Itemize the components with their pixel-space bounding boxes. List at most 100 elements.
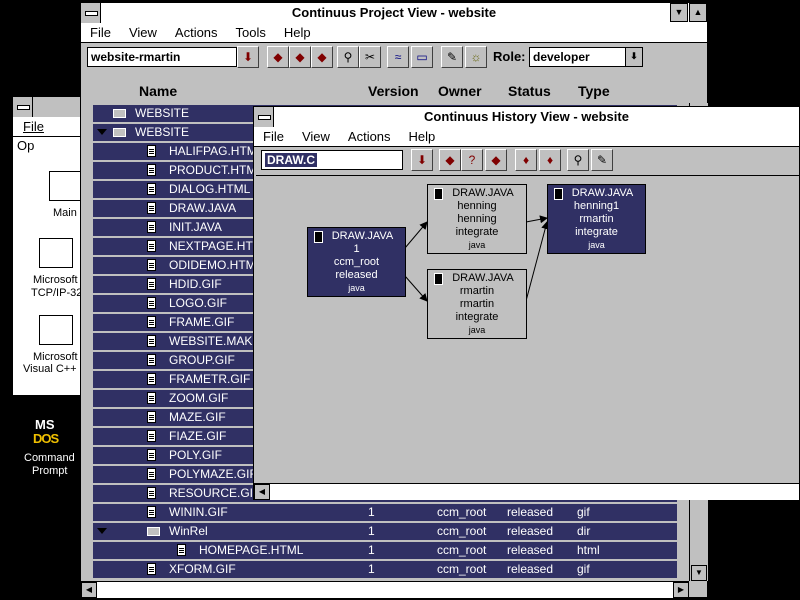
row-name: WININ.GIF [169,505,228,519]
program-group-icon[interactable] [49,171,83,201]
program-group-icon[interactable] [39,315,73,345]
menu-actions[interactable]: Actions [339,127,400,146]
version-node[interactable]: DRAW.JAVA henning1 rmartin integrate jav… [547,184,646,254]
row-name: FRAMETR.GIF [169,372,251,386]
system-menu-icon[interactable] [13,97,33,117]
row-name: POLYMAZE.GIF [169,467,257,481]
row-name: INIT.JAVA [169,220,222,234]
project-view-title: Continuus Project View - website [291,5,497,20]
expand-toggle-icon[interactable] [97,528,107,534]
icon-label-vc-1: Microsoft [33,351,78,363]
row-version: 1 [368,505,375,519]
row-name: GROUP.GIF [169,353,235,367]
toolbar-button-5[interactable]: ♦ [539,149,561,171]
table-row[interactable]: XFORM.GIF 1 ccm_root released gif [93,561,677,578]
row-name: XFORM.GIF [169,562,236,576]
col-header-owner[interactable]: Owner [438,83,482,99]
file-icon [147,354,156,366]
menu-actions[interactable]: Actions [166,23,227,42]
dropdown-button[interactable]: ⬇ [237,46,259,68]
project-view-titlebar[interactable]: Continuus Project View - website ▼ ▲ [81,3,707,24]
row-owner: ccm_root [437,562,487,576]
menu-file[interactable]: File [13,117,53,136]
toolbar-button-1[interactable]: ◆ [267,46,289,68]
node-line: java [468,325,486,335]
row-status: released [507,524,554,538]
toolbar-button-4[interactable]: ♦ [515,149,537,171]
msdos-logo-dos: DOS [33,431,59,446]
file-icon [147,278,156,290]
file-icon [147,392,156,404]
node-line: henning [457,200,497,212]
col-header-status[interactable]: Status [508,83,551,99]
toolbar-button-6[interactable]: ≈ [387,46,409,68]
horizontal-scrollbar[interactable]: ◀ ▶ [81,581,689,598]
toolbar-button-2[interactable]: ? [461,149,483,171]
row-type: dir [577,524,591,538]
object-combo[interactable]: DRAW.C [261,150,403,170]
node-line: 1 [353,243,360,255]
tools-icon[interactable]: ✂ [359,46,381,68]
icon-label-vc-2: Visual C++ 2 [23,363,86,375]
chevron-down-icon[interactable]: ⬇ [625,47,643,67]
history-view-titlebar[interactable]: Continuus History View - website [254,107,799,128]
menu-tools[interactable]: Tools [227,23,275,42]
search-icon[interactable]: ⚲ [567,149,589,171]
row-name: DIALOG.HTML [169,182,251,196]
menu-options[interactable]: Op [13,136,43,155]
expand-toggle-icon[interactable] [97,129,107,135]
menu-file[interactable]: File [81,23,120,42]
toolbar-button-3[interactable]: ◆ [311,46,333,68]
toolbar-button-2[interactable]: ◆ [289,46,311,68]
maximize-button[interactable]: ▲ [689,3,707,22]
file-icon [147,183,156,195]
row-name: RESOURCE.GIF [169,486,261,500]
history-horizontal-scrollbar[interactable]: ◀ [254,483,799,500]
col-header-name[interactable]: Name [139,83,177,99]
version-node[interactable]: DRAW.JAVA rmartin rmartin integrate java [427,269,527,339]
row-owner: ccm_root [437,524,487,538]
toolbar-button-1[interactable]: ◆ [439,149,461,171]
row-version: 1 [368,562,375,576]
menu-help[interactable]: Help [400,127,445,146]
scroll-left-button[interactable]: ◀ [254,484,270,500]
menu-view[interactable]: View [120,23,166,42]
monitor-icon[interactable]: ▭ [411,46,433,68]
toolbar-button-8[interactable]: ✎ [441,46,463,68]
row-name: MAZE.GIF [169,410,226,424]
search-icon[interactable]: ⚲ [337,46,359,68]
col-header-type[interactable]: Type [578,83,610,99]
menu-help[interactable]: Help [275,23,320,42]
program-group-icon[interactable] [39,238,73,268]
table-row[interactable]: HOMEPAGE.HTML 1 ccm_root released html [93,542,677,559]
node-line: integrate [455,226,499,238]
scroll-left-button[interactable]: ◀ [81,582,97,598]
toolbar-button-3[interactable]: ◆ [485,149,507,171]
toolbar-button-7[interactable]: ✎ [591,149,613,171]
dropdown-button[interactable]: ⬇ [411,149,433,171]
toolbar-button-9[interactable]: ☼ [465,46,487,68]
history-canvas[interactable]: DRAW.JAVA 1 ccm_root released java DRAW.… [256,175,799,484]
table-row[interactable]: WinRel 1 ccm_root released dir [93,523,677,540]
msdos-icon[interactable]: MS DOS [33,417,65,451]
folder-icon [113,128,126,137]
minimize-button[interactable]: ▼ [670,3,688,22]
col-header-version[interactable]: Version [368,83,419,99]
table-row[interactable]: WININ.GIF 1 ccm_root released gif [93,504,677,521]
file-icon [147,449,156,461]
row-type: gif [577,505,590,519]
version-node[interactable]: DRAW.JAVA 1 ccm_root released java [307,227,406,297]
row-status: released [507,543,554,557]
menu-file[interactable]: File [254,127,293,146]
project-combo[interactable]: website-rmartin [87,47,237,67]
program-manager-titlebar[interactable] [13,97,81,118]
version-node[interactable]: DRAW.JAVA henning henning integrate java [427,184,527,254]
file-icon [147,373,156,385]
role-combo[interactable]: developer ⬇ [529,47,643,67]
scroll-down-button[interactable]: ▼ [691,565,707,581]
menu-view[interactable]: View [293,127,339,146]
scroll-right-button[interactable]: ▶ [673,582,689,598]
project-icon [113,109,126,118]
row-name: LOGO.GIF [169,296,228,310]
row-type: gif [577,562,590,576]
